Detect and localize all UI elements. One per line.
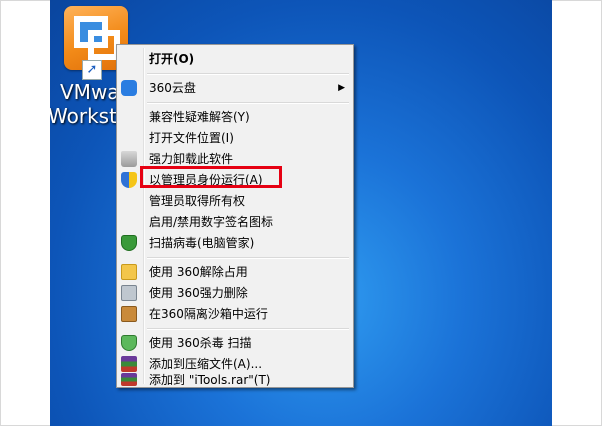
menu-item-label: 启用/禁用数字签名图标 <box>149 215 274 229</box>
menu-item-take-ownership[interactable]: 管理员取得所有权 <box>119 191 351 211</box>
shortcut-arrow-icon: ➚ <box>82 60 102 80</box>
menu-item-label: 管理员取得所有权 <box>149 194 246 208</box>
menu-item-toggle-signature-icon[interactable]: 启用/禁用数字签名图标 <box>119 212 351 232</box>
menu-item-label: 添加到 "iTools.rar"(T) <box>149 373 271 387</box>
uac-shield-icon <box>121 172 137 188</box>
context-menu: 打开(O) 360云盘 ▶ 兼容性疑难解答(Y) 打开文件位置(I) 强力卸载此… <box>116 44 354 388</box>
menu-item-label: 使用 360杀毒 扫描 <box>149 336 252 350</box>
menu-separator <box>147 73 349 75</box>
sandbox-icon <box>121 306 137 322</box>
folder-unlock-icon <box>121 264 137 280</box>
menu-item-label: 扫描病毒(电脑管家) <box>149 236 255 250</box>
menu-item-label: 强力卸载此软件 <box>149 152 234 166</box>
menu-item-label: 360云盘 <box>149 81 196 95</box>
menu-item-add-to-itools-rar[interactable]: 添加到 "iTools.rar"(T) <box>119 373 351 387</box>
menu-item-360-sandbox[interactable]: 在360隔离沙箱中运行 <box>119 304 351 324</box>
menu-item-360-antivirus-scan[interactable]: 使用 360杀毒 扫描 <box>119 333 351 353</box>
menu-separator <box>147 257 349 259</box>
submenu-arrow-icon: ▶ <box>338 83 345 93</box>
menu-item-open-file-location[interactable]: 打开文件位置(I) <box>119 128 351 148</box>
menu-item-label: 打开文件位置(I) <box>149 131 234 145</box>
menu-item-add-to-archive[interactable]: 添加到压缩文件(A)... <box>119 354 351 374</box>
menu-item-label: 使用 360强力删除 <box>149 286 248 300</box>
antivirus-icon <box>121 335 137 351</box>
menu-item-scan-virus-guard[interactable]: 扫描病毒(电脑管家) <box>119 233 351 253</box>
guard-shield-icon <box>121 235 137 251</box>
cloud-icon <box>121 80 137 96</box>
menu-item-360-force-delete[interactable]: 使用 360强力删除 <box>119 283 351 303</box>
menu-item-label: 添加到压缩文件(A)... <box>149 357 263 371</box>
menu-item-label: 兼容性疑难解答(Y) <box>149 110 250 124</box>
menu-separator <box>147 328 349 330</box>
trash-icon <box>121 151 137 167</box>
menu-item-compat-troubleshoot[interactable]: 兼容性疑难解答(Y) <box>119 107 351 127</box>
rar-icon <box>121 356 137 372</box>
menu-item-360-unlock[interactable]: 使用 360解除占用 <box>119 262 351 282</box>
shredder-icon <box>121 285 137 301</box>
menu-item-open[interactable]: 打开(O) <box>119 49 351 69</box>
menu-separator <box>147 102 349 104</box>
rar-icon <box>121 373 137 386</box>
menu-item-label: 打开(O) <box>149 52 195 66</box>
highlight-annotation-box <box>140 166 282 188</box>
menu-item-label: 使用 360解除占用 <box>149 265 248 279</box>
menu-item-360-cloud[interactable]: 360云盘 ▶ <box>119 78 351 98</box>
menu-item-label: 在360隔离沙箱中运行 <box>149 307 268 321</box>
